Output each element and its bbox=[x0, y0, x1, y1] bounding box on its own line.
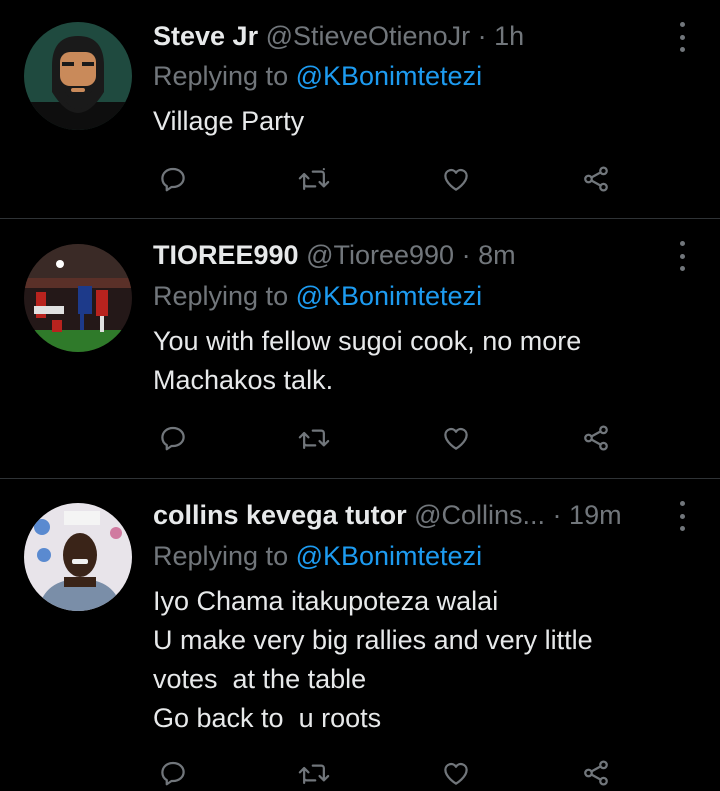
tweet[interactable]: collins kevega tutor @Collins... · 19m R… bbox=[0, 479, 720, 791]
display-name[interactable]: TIOREE990 bbox=[153, 240, 299, 270]
separator: · bbox=[454, 240, 479, 270]
man-photo-avatar-icon bbox=[24, 503, 132, 611]
share-icon[interactable] bbox=[578, 420, 614, 456]
tweet-header: collins kevega tutor @Collins... · 19m bbox=[153, 498, 660, 532]
tweet-text: Iyo Chama itakupoteza walai U make very … bbox=[153, 586, 593, 733]
timestamp[interactable]: 19m bbox=[569, 500, 622, 530]
tweet-text: You with fellow sugoi cook, no more Mach… bbox=[153, 326, 582, 395]
separator: · bbox=[470, 21, 495, 51]
share-icon[interactable] bbox=[578, 755, 614, 791]
tweet-text: Village Party bbox=[153, 106, 305, 136]
replying-prefix: Replying to bbox=[153, 281, 296, 311]
separator: · bbox=[545, 500, 570, 530]
reply-icon[interactable] bbox=[155, 161, 191, 197]
display-name[interactable]: collins kevega tutor bbox=[153, 500, 407, 530]
mention-link[interactable]: @KBonimtetezi bbox=[296, 541, 482, 571]
tweet-header: TIOREE990 @Tioree990 · 8m bbox=[153, 238, 660, 272]
user-handle[interactable]: @Collins... bbox=[414, 500, 545, 530]
tweet-header: Steve Jr @StieveOtienoJr · 1h bbox=[153, 19, 660, 53]
action-bar bbox=[153, 420, 623, 456]
action-bar bbox=[153, 161, 623, 197]
reply-icon[interactable] bbox=[155, 755, 191, 791]
more-options-icon[interactable] bbox=[678, 501, 686, 531]
football-match-avatar-icon bbox=[24, 244, 132, 352]
timestamp[interactable]: 8m bbox=[478, 240, 516, 270]
retweet-icon[interactable] bbox=[296, 420, 332, 456]
like-icon[interactable] bbox=[438, 161, 474, 197]
mention-link[interactable]: @KBonimtetezi bbox=[296, 61, 482, 91]
retweet-icon[interactable] bbox=[296, 755, 332, 791]
tweet[interactable]: TIOREE990 @Tioree990 · 8m Replying to @K… bbox=[0, 219, 720, 478]
user-handle[interactable]: @StieveOtienoJr bbox=[266, 21, 471, 51]
display-name[interactable]: Steve Jr bbox=[153, 21, 258, 51]
reply-icon[interactable] bbox=[155, 420, 191, 456]
timestamp[interactable]: 1h bbox=[494, 21, 524, 51]
avatar[interactable] bbox=[24, 244, 132, 352]
replying-to: Replying to @KBonimtetezi bbox=[153, 539, 482, 573]
more-options-icon[interactable] bbox=[678, 22, 686, 52]
avatar[interactable] bbox=[24, 22, 132, 130]
like-icon[interactable] bbox=[438, 420, 474, 456]
replying-to: Replying to @KBonimtetezi bbox=[153, 279, 482, 313]
mention-link[interactable]: @KBonimtetezi bbox=[296, 281, 482, 311]
bearded-man-avatar-icon bbox=[24, 22, 132, 130]
action-bar bbox=[153, 755, 623, 791]
tweet[interactable]: Steve Jr @StieveOtienoJr · 1h Replying t… bbox=[0, 0, 720, 218]
share-icon[interactable] bbox=[578, 161, 614, 197]
replying-prefix: Replying to bbox=[153, 61, 296, 91]
replying-to: Replying to @KBonimtetezi bbox=[153, 59, 482, 93]
like-icon[interactable] bbox=[438, 755, 474, 791]
avatar[interactable] bbox=[24, 503, 132, 611]
user-handle[interactable]: @Tioree990 bbox=[306, 240, 454, 270]
replying-prefix: Replying to bbox=[153, 541, 296, 571]
retweet-icon[interactable] bbox=[296, 161, 332, 197]
more-options-icon[interactable] bbox=[678, 241, 686, 271]
